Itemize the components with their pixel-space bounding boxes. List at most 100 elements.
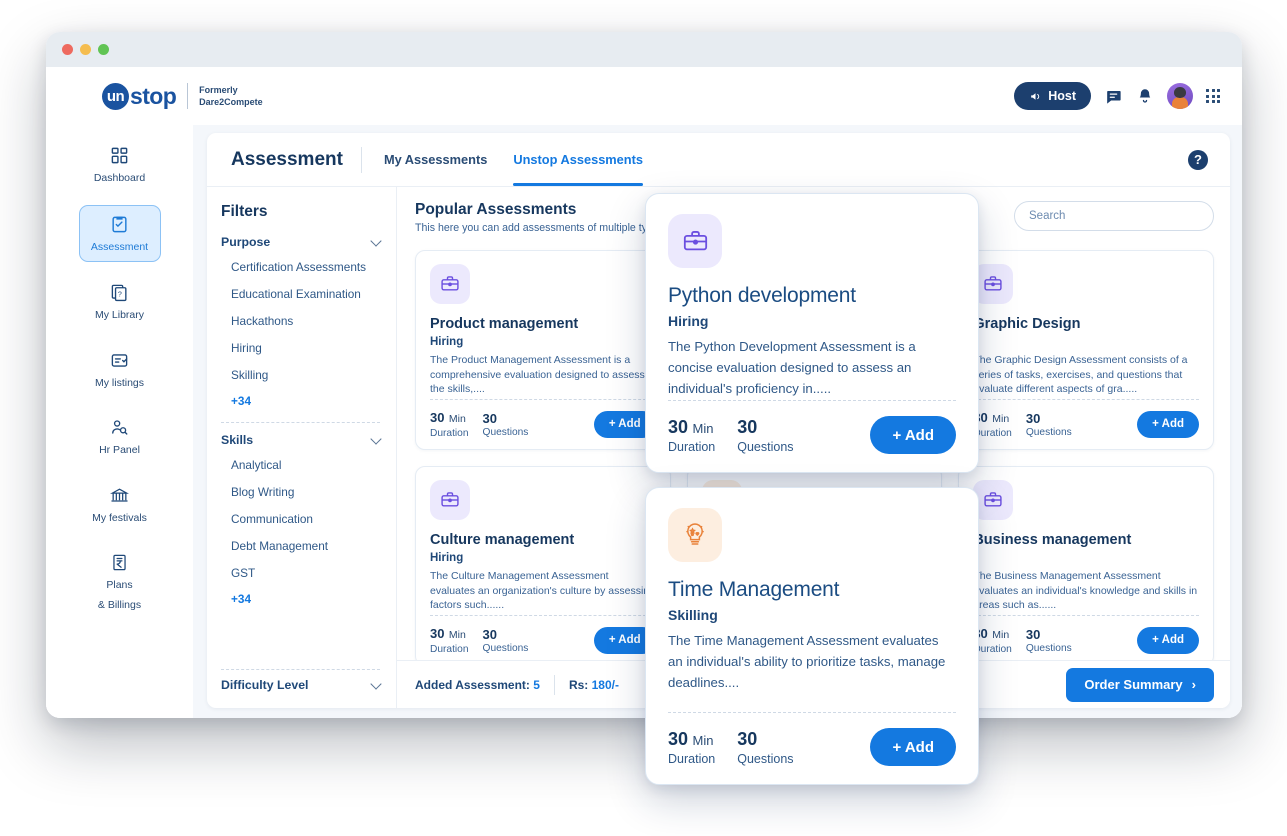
chevron-right-icon: ›	[1191, 677, 1196, 692]
sidebar-item-label: Hr Panel	[99, 444, 140, 456]
add-assessment-button[interactable]: + Add	[1137, 410, 1199, 438]
avatar[interactable]	[1167, 83, 1193, 109]
panel-header: Assessment My Assessments Unstop Assessm…	[207, 133, 1230, 187]
assessment-icon	[110, 215, 129, 234]
filter-show-more[interactable]: +34	[221, 388, 380, 414]
sidebar: Dashboard Assessment ? My Library My lis…	[46, 125, 193, 718]
filter-divider	[221, 669, 380, 670]
filter-option[interactable]: Hiring	[221, 334, 380, 361]
host-button[interactable]: Host	[1014, 82, 1091, 110]
sidebar-item-dashboard[interactable]: Dashboard	[81, 137, 159, 193]
help-icon[interactable]: ?	[1188, 149, 1208, 170]
tab-my-assessments[interactable]: My Assessments	[384, 133, 487, 186]
page-title: Assessment	[231, 148, 343, 170]
host-button-label: Host	[1048, 89, 1076, 103]
assessment-card[interactable]: Business management Hiring The Business …	[958, 466, 1214, 666]
filter-group-header-skills[interactable]: Skills	[221, 432, 382, 447]
filter-group-header-purpose[interactable]: Purpose	[221, 234, 382, 249]
library-icon: ?	[110, 283, 129, 302]
sidebar-item-my-festivals[interactable]: My festivals	[81, 477, 159, 533]
minimize-window-button[interactable]	[80, 44, 91, 55]
add-assessment-button[interactable]: + Add	[870, 416, 956, 454]
order-summary-button[interactable]: Order Summary ›	[1066, 667, 1214, 702]
logo-subtitle-line1: Formerly	[199, 85, 238, 95]
questions-label: Questions	[737, 439, 794, 454]
questions-stat: 30 Questions	[483, 627, 529, 654]
logo-divider	[187, 83, 189, 109]
assessment-card[interactable]: Product management Hiring The Product Ma…	[415, 250, 671, 450]
assessment-card-description: The Product Management Assessment is a c…	[430, 354, 645, 395]
add-assessment-button[interactable]: + Add	[1137, 626, 1199, 654]
assessment-card-footer: 30 Min Duration 30 Questions + Add	[973, 616, 1199, 655]
sidebar-item-assessment[interactable]: Assessment	[78, 204, 161, 262]
filter-option[interactable]: Debt Management	[221, 532, 380, 559]
questions-label: Questions	[1025, 426, 1072, 438]
filter-group-header-difficulty[interactable]: Difficulty Level	[221, 677, 382, 692]
order-bar-divider	[553, 674, 555, 695]
filter-divider	[221, 422, 380, 423]
duration-label: Duration	[430, 644, 469, 655]
duration-unit: Min	[448, 629, 466, 641]
questions-value: 30	[482, 410, 497, 426]
duration-label: Duration	[973, 644, 1012, 655]
filter-option[interactable]: Certification Assessments	[221, 253, 380, 280]
sidebar-item-my-library[interactable]: ? My Library	[81, 274, 159, 330]
filter-footer: Difficulty Level	[221, 669, 382, 708]
assessment-card-description: The Business Management Assessment evalu…	[973, 570, 1198, 611]
duration-stat: 30 Min Duration	[430, 625, 469, 655]
filter-option[interactable]: Communication	[221, 505, 380, 532]
hr-panel-icon	[110, 418, 129, 437]
tab-unstop-assessments[interactable]: Unstop Assessments	[513, 133, 643, 186]
filter-option[interactable]: Educational Examination	[221, 280, 380, 307]
assessments-subtitle: This here you can add assessments of mul…	[415, 222, 659, 234]
filters-panel: Filters Purpose Certification Assessment…	[207, 187, 397, 708]
briefcase-icon	[973, 480, 1014, 520]
filter-option[interactable]: Blog Writing	[221, 478, 380, 505]
filter-group-purpose: Purpose Certification Assessments Educat…	[221, 234, 396, 414]
megaphone-icon	[1031, 92, 1040, 100]
questions-value: 30	[737, 728, 758, 749]
apps-grid-icon[interactable]	[1206, 89, 1220, 103]
filter-show-more[interactable]: +34	[221, 586, 380, 612]
assessment-card[interactable]: Graphic Design Hiring The Graphic Design…	[958, 250, 1214, 450]
add-assessment-button[interactable]: + Add	[870, 728, 956, 766]
search-box[interactable]	[1014, 201, 1214, 231]
search-input[interactable]	[1029, 210, 1199, 222]
sidebar-item-hr-panel[interactable]: Hr Panel	[81, 409, 159, 465]
questions-label: Questions	[482, 426, 529, 438]
logo-subtitle-line2: Dare2Compete	[199, 97, 263, 107]
filter-option[interactable]: GST	[221, 559, 380, 586]
questions-value: 30	[482, 626, 497, 642]
assessment-card[interactable]: Culture management Hiring The Culture Ma…	[415, 466, 671, 666]
sidebar-item-label: Plans	[106, 579, 133, 591]
questions-stat: 30 Questions	[483, 411, 529, 438]
assessment-card-title: Product management	[430, 316, 579, 332]
order-price-value: 180/-	[591, 677, 619, 692]
floating-assessment-card-python[interactable]: Python development Hiring The Python Dev…	[645, 193, 979, 473]
bell-icon[interactable]	[1136, 87, 1154, 105]
sidebar-item-plans-billings[interactable]: Plans & Billings	[81, 544, 159, 619]
duration-unit: Min	[992, 629, 1010, 641]
floating-card-title: Time Management	[668, 578, 840, 601]
chat-icon[interactable]	[1104, 87, 1123, 106]
questions-value: 30	[1025, 626, 1041, 642]
sidebar-item-my-listings[interactable]: My listings	[81, 342, 159, 398]
floating-card-tag: Hiring	[668, 313, 709, 329]
close-window-button[interactable]	[62, 44, 73, 55]
duration-unit: Min	[692, 420, 714, 436]
floating-card-tag: Skilling	[668, 607, 718, 623]
floating-assessment-card-time[interactable]: Time Management Skilling The Time Manage…	[645, 487, 979, 785]
duration-label: Duration	[668, 439, 716, 454]
questions-stat: 30 Questions	[737, 729, 793, 766]
order-price: Rs: 180/-	[569, 678, 619, 692]
maximize-window-button[interactable]	[98, 44, 109, 55]
order-summary-label: Order Summary	[1084, 677, 1183, 692]
unstop-logo[interactable]: un stop Formerly Dare2Compete	[102, 82, 263, 110]
filter-option[interactable]: Skilling	[221, 361, 380, 388]
added-assessment-count: Added Assessment: 5	[415, 678, 540, 692]
sidebar-item-label: My festivals	[92, 511, 147, 524]
filter-option[interactable]: Hackathons	[221, 307, 380, 334]
filter-option[interactable]: Analytical	[221, 451, 380, 478]
briefcase-icon	[430, 264, 470, 304]
duration-label: Duration	[430, 428, 469, 439]
